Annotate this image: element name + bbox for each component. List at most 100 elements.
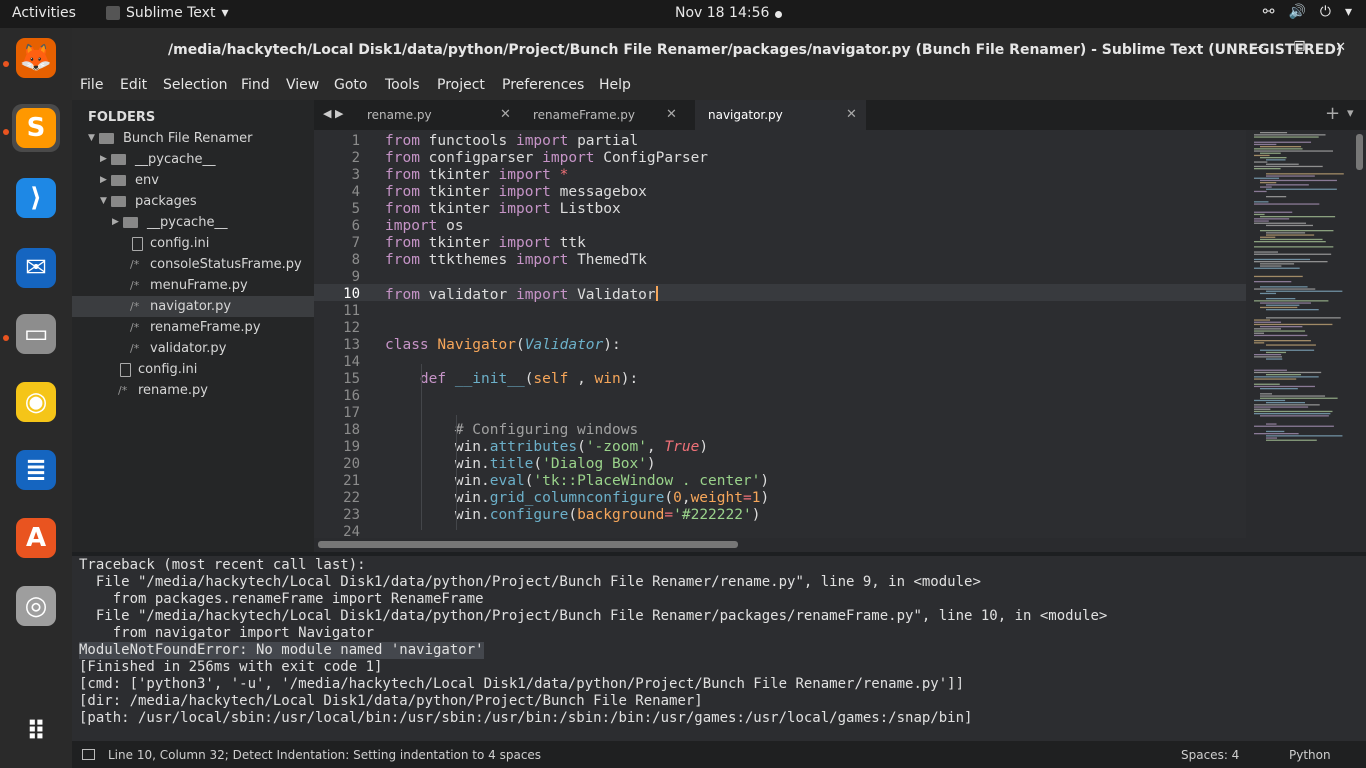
code-line[interactable]: class Navigator(Validator): <box>385 337 621 354</box>
new-tab-icon[interactable]: + <box>1325 103 1340 124</box>
sidebar-item[interactable]: ▼ Bunch File Renamer <box>72 128 314 149</box>
maximize-icon[interactable]: ❐ <box>1293 40 1305 55</box>
code-line[interactable]: win.configure(background='#222222') <box>385 507 761 524</box>
code-token: 0 <box>673 490 682 506</box>
software-icon[interactable]: A <box>12 514 60 562</box>
code-line[interactable]: from ttkthemes import ThemedTk <box>385 252 647 269</box>
minimap[interactable] <box>1246 130 1354 538</box>
code-line[interactable]: from tkinter import ttk <box>385 235 586 252</box>
menu-edit[interactable]: Edit <box>120 77 147 93</box>
code-line[interactable]: # Configuring windows <box>385 422 638 439</box>
disc-icon[interactable]: ◎ <box>12 582 60 630</box>
app-grid-icon[interactable]: ⠿ <box>12 708 60 756</box>
sidebar-item[interactable]: ▼ packages <box>72 191 314 212</box>
code-line[interactable]: from tkinter import * <box>385 167 568 184</box>
vertical-scrollbar[interactable] <box>1354 130 1366 538</box>
code-token: ( <box>515 337 525 353</box>
running-indicator <box>3 335 9 341</box>
scrollbar-thumb[interactable] <box>1356 134 1363 170</box>
sidebar-item[interactable]: config.ini <box>72 233 314 254</box>
indentation-selector[interactable]: Spaces: 4 <box>1181 748 1239 762</box>
menu-file[interactable]: File <box>80 77 103 93</box>
sidebar-item[interactable]: /* menuFrame.py <box>72 275 314 296</box>
indent-guide <box>421 364 422 530</box>
app-menu[interactable]: Sublime Text ▾ <box>106 5 228 21</box>
horizontal-scrollbar[interactable] <box>314 538 1366 552</box>
close-tab-icon[interactable]: ✕ <box>666 100 677 130</box>
scrollbar-thumb[interactable] <box>318 541 738 548</box>
code-line[interactable]: def __init__(self , win): <box>385 371 638 388</box>
code-line[interactable]: win.title('Dialog Box') <box>385 456 656 473</box>
code-token: ttkthemes <box>428 252 516 268</box>
disclosure-closed-icon[interactable]: ▶ <box>100 149 107 170</box>
code-editor[interactable]: 1 2 3 4 5 6 7 8 9 10 11 12 13 14 15 16 17 18 19 20 21 22 23 24 f… <box>314 130 1246 538</box>
menu-goto[interactable]: Goto <box>334 77 367 93</box>
build-output-panel[interactable]: Traceback (most recent call last): File … <box>72 556 1366 741</box>
disclosure-closed-icon[interactable]: ▶ <box>100 170 107 191</box>
sidebar-item[interactable]: ▶ __pycache__ <box>72 149 314 170</box>
panel-toggle-icon[interactable] <box>82 749 95 760</box>
thunderbird-icon[interactable]: ✉ <box>12 244 60 292</box>
close-tab-icon[interactable]: ✕ <box>500 100 511 130</box>
menu-find[interactable]: Find <box>241 77 270 93</box>
sidebar-item[interactable]: ▶ env <box>72 170 314 191</box>
menu-preferences[interactable]: Preferences <box>502 77 584 93</box>
sidebar-item[interactable]: /* renameFrame.py <box>72 317 314 338</box>
tab-label: navigator.py <box>708 108 783 122</box>
activities-button[interactable]: Activities <box>12 5 76 21</box>
window-titlebar[interactable]: /media/hackytech/Local Disk1/data/python… <box>72 28 1366 72</box>
code-line[interactable]: from tkinter import Listbox <box>385 201 621 218</box>
code-token: 'Dialog Box' <box>542 456 647 472</box>
minimize-icon[interactable]: — <box>1250 40 1263 55</box>
tab-navigator-py[interactable]: navigator.py ✕ <box>695 100 866 130</box>
minimap-line <box>1254 376 1319 378</box>
sidebar-item[interactable]: ▶ __pycache__ <box>72 212 314 233</box>
disclosure-open-icon[interactable]: ▼ <box>88 128 95 149</box>
sublime-text-icon[interactable]: S <box>12 104 60 152</box>
menu-tools[interactable]: Tools <box>385 77 420 93</box>
disclosure-closed-icon[interactable]: ▶ <box>112 212 119 233</box>
code-token: import <box>515 252 578 268</box>
files-icon[interactable]: ▭ <box>12 310 60 358</box>
vscode-icon[interactable]: ⟩ <box>12 174 60 222</box>
network-icon[interactable]: ⚯ <box>1263 4 1275 20</box>
code-line[interactable]: from configparser import ConfigParser <box>385 150 708 167</box>
menu-selection[interactable]: Selection <box>163 77 228 93</box>
minimap-line <box>1254 406 1309 408</box>
menu-help[interactable]: Help <box>599 77 631 93</box>
code-token: functools <box>428 133 516 149</box>
sidebar-item[interactable]: config.ini <box>72 359 314 380</box>
sidebar-item[interactable]: /* navigator.py <box>72 296 314 317</box>
code-line[interactable]: import os <box>385 218 464 235</box>
code-line[interactable]: from functools import partial <box>385 133 638 150</box>
clock[interactable]: Nov 18 14:56 <box>675 5 769 21</box>
volume-icon[interactable]: 🔊 <box>1288 4 1305 20</box>
code-line[interactable]: win.grid_columnconfigure(0,weight=1) <box>385 490 769 507</box>
code-line[interactable]: from tkinter import messagebox <box>385 184 647 201</box>
menu-view[interactable]: View <box>286 77 319 93</box>
sidebar-item[interactable]: /* rename.py <box>72 380 314 401</box>
firefox-icon[interactable]: 🦊 <box>12 34 60 82</box>
tab-label: rename.py <box>367 108 432 122</box>
syntax-selector[interactable]: Python <box>1289 748 1331 762</box>
rhythmbox-icon[interactable]: ◉ <box>12 378 60 426</box>
close-icon[interactable]: ✕ <box>1335 40 1346 55</box>
chevron-down-icon[interactable]: ▾ <box>1345 4 1352 20</box>
menu-project[interactable]: Project <box>437 77 485 93</box>
system-tray[interactable]: ⚯ 🔊 ⏻ ▾ <box>1263 4 1352 20</box>
code-line[interactable]: win.eval('tk::PlaceWindow . center') <box>385 473 769 490</box>
tab-list-icon[interactable]: ▾ <box>1347 106 1354 121</box>
code-line[interactable]: from validator import Validator <box>385 286 658 303</box>
minimap-line <box>1260 388 1298 390</box>
sidebar-item[interactable]: /* consoleStatusFrame.py <box>72 254 314 275</box>
tab-renameFrame-py[interactable]: renameFrame.py ✕ <box>520 100 686 130</box>
power-icon[interactable]: ⏻ <box>1320 4 1331 20</box>
close-tab-icon[interactable]: ✕ <box>846 100 857 130</box>
menu-bar: File Edit Selection Find View Goto Tools Projec… <box>72 72 1366 100</box>
writer-icon[interactable]: ≣ <box>12 446 60 494</box>
code-line[interactable]: win.attributes('-zoom', True) <box>385 439 708 456</box>
sidebar-item[interactable]: /* validator.py <box>72 338 314 359</box>
tab-rename-py[interactable]: rename.py ✕ <box>354 100 520 130</box>
tab-nav-arrows[interactable]: ◀ ▶ <box>323 107 343 120</box>
disclosure-open-icon[interactable]: ▼ <box>100 191 107 212</box>
